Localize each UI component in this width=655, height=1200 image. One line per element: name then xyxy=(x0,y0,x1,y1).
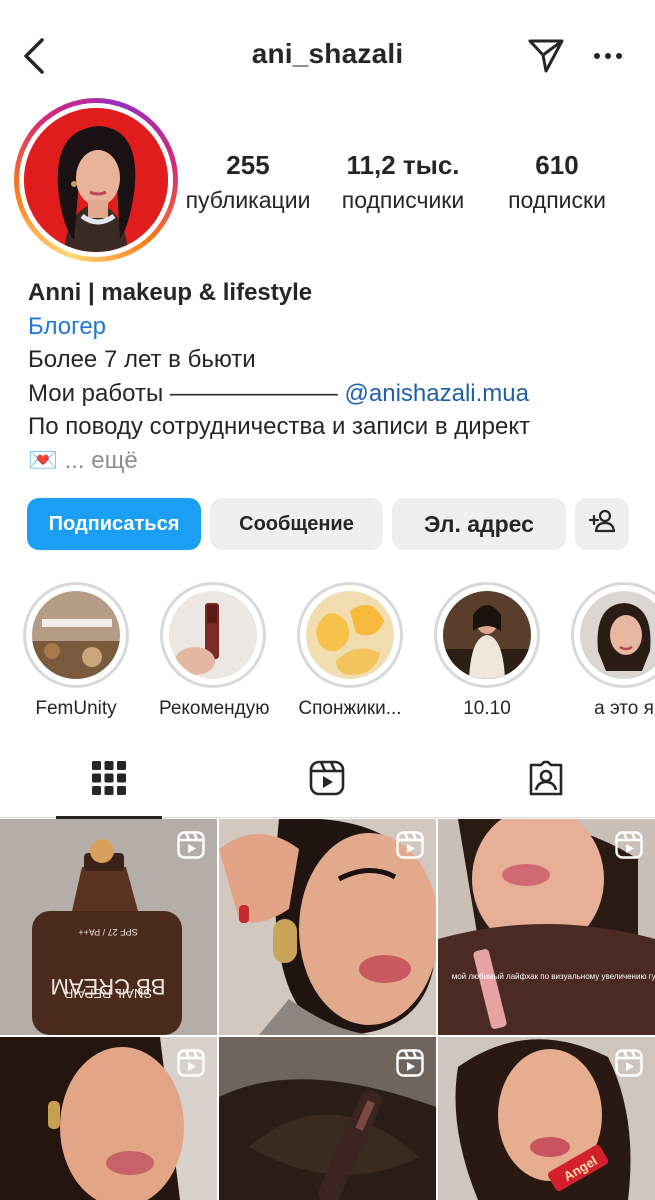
highlight-femunity[interactable]: FemUnity xyxy=(22,582,130,720)
highlight-recommend[interactable]: Рекомендую xyxy=(159,582,270,720)
grid-icon xyxy=(92,760,126,800)
post-thumbnail[interactable]: Angel xyxy=(438,1037,655,1200)
tab-tagged[interactable] xyxy=(437,742,655,818)
product-label-snail: SNAIL REPAIR xyxy=(64,986,152,1001)
add-user-icon xyxy=(588,509,616,539)
highlight-label: 10.10 xyxy=(463,698,511,719)
highlight-about-me[interactable]: а это я xyxy=(570,582,655,720)
display-name: Anni | makeup & lifestyle xyxy=(28,279,313,306)
highlight-label: FemUnity xyxy=(35,698,117,719)
post-thumbnail[interactable] xyxy=(219,819,436,1035)
highlight-cover xyxy=(32,591,120,679)
reel-icon xyxy=(396,1049,424,1077)
bio-line-1: Более 7 лет в бьюти xyxy=(28,346,256,373)
highlight-cover xyxy=(169,591,257,679)
post-thumbnail[interactable] xyxy=(219,1037,436,1200)
stat-followers-count: 11,2 тыс. xyxy=(346,150,460,180)
avatar xyxy=(24,108,168,252)
post-thumbnail[interactable]: BB CREAM SNAIL REPAIR SPF 27 / PA++ xyxy=(0,819,217,1035)
stat-posts[interactable]: 255 публикации xyxy=(180,150,316,214)
stat-following[interactable]: 610 подписки xyxy=(490,150,624,214)
follow-button[interactable]: Подписаться xyxy=(27,498,201,550)
more-options-icon[interactable] xyxy=(586,36,630,76)
tab-posts-grid[interactable] xyxy=(0,742,218,819)
highlight-sponges[interactable]: Спонжики... xyxy=(296,582,404,720)
post-thumbnail[interactable]: мой любимый лайфхак по визуальному увели… xyxy=(438,819,655,1035)
stat-following-count: 610 xyxy=(535,150,579,180)
highlight-label: а это я xyxy=(594,698,654,719)
posts-grid: BB CREAM SNAIL REPAIR SPF 27 / PA++ мой … xyxy=(0,819,655,1200)
reels-icon xyxy=(309,760,345,801)
story-ring[interactable] xyxy=(14,98,178,262)
reel-icon xyxy=(615,831,643,859)
top-bar: ani_shazali xyxy=(0,0,655,110)
love-letter-emoji: 💌 xyxy=(28,446,58,474)
highlight-label: Спонжики... xyxy=(298,698,402,719)
reel-icon xyxy=(396,831,424,859)
reel-icon xyxy=(177,1049,205,1077)
highlight-cover xyxy=(580,591,655,679)
stat-posts-count: 255 xyxy=(226,150,270,180)
stat-following-label: подписки xyxy=(508,187,606,213)
bio-mention-link[interactable]: @anishazali.mua xyxy=(345,380,529,407)
post-caption-overlay: мой любимый лайфхак по визуальному увели… xyxy=(452,972,655,981)
tagged-icon xyxy=(527,760,565,801)
bio-line-2: Мои работы ——————— @anishazali.mua xyxy=(28,377,638,411)
highlight-10-10[interactable]: 10.10 xyxy=(433,582,541,720)
profile-tabs xyxy=(0,742,655,819)
suggested-users-button[interactable] xyxy=(575,498,629,550)
bio-line-4: 💌 ... ещё xyxy=(28,444,638,478)
profile-bio: Anni | makeup & lifestyle Блогер Более 7… xyxy=(28,276,638,477)
bio-line-2-text: Мои работы ——————— xyxy=(28,379,345,407)
send-direct-icon[interactable] xyxy=(524,36,568,76)
reel-icon xyxy=(615,1049,643,1077)
highlight-cover xyxy=(306,591,394,679)
tab-reels[interactable] xyxy=(218,742,436,818)
highlight-label: Рекомендую xyxy=(159,698,270,719)
message-button[interactable]: Сообщение xyxy=(210,498,383,550)
highlight-cover xyxy=(443,591,531,679)
post-thumbnail[interactable] xyxy=(0,1037,217,1200)
reel-icon xyxy=(177,831,205,859)
stat-followers[interactable]: 11,2 тыс. подписчики xyxy=(328,150,478,214)
bio-more-link[interactable]: ... ещё xyxy=(65,447,138,474)
product-label-spf: SPF 27 / PA++ xyxy=(78,927,137,937)
profile-category[interactable]: Блогер xyxy=(28,310,638,344)
stat-followers-label: подписчики xyxy=(341,187,465,213)
email-button[interactable]: Эл. адрес xyxy=(392,498,566,550)
bio-line-3: По поводу сотрудничества и записи в дире… xyxy=(28,413,531,440)
stat-posts-label: публикации xyxy=(185,187,311,213)
